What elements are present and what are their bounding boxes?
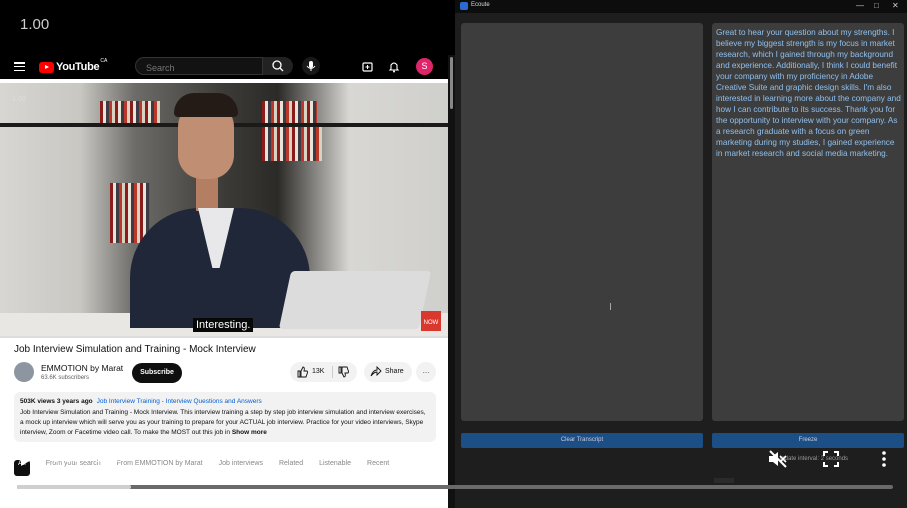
thumbs-down-icon[interactable] xyxy=(338,366,350,378)
chip-job-interviews[interactable]: Job interviews xyxy=(219,460,263,476)
books xyxy=(262,101,317,123)
presenter-hair xyxy=(174,93,238,117)
description-text: Job Interview Simulation and Training - … xyxy=(20,408,430,438)
response-panel[interactable]: Great to hear your question about my str… xyxy=(712,23,904,421)
description-box[interactable]: 503K views 3 years ago Job Interview Trai… xyxy=(14,392,436,442)
thumbs-up-icon[interactable] xyxy=(297,366,309,378)
share-label: Share xyxy=(385,368,404,375)
channel-avatar[interactable] xyxy=(14,362,34,382)
channel-badge: NOW xyxy=(421,311,441,331)
interval-slider[interactable] xyxy=(714,478,734,483)
view-stats: 503K views 3 years ago xyxy=(20,398,93,405)
books xyxy=(262,127,322,161)
channel-subscribers: 63.6K subscribers xyxy=(41,375,90,381)
description-body: Job Interview Simulation and Training - … xyxy=(20,409,426,436)
description-stats: 503K views 3 years ago Job Interview Trai… xyxy=(20,398,262,405)
fullscreen-icon[interactable] xyxy=(823,451,839,467)
text-cursor-icon: I xyxy=(609,302,612,313)
search-button[interactable] xyxy=(263,57,293,75)
play-icon[interactable] xyxy=(20,451,34,467)
app-icon xyxy=(460,2,468,10)
like-dislike-pill[interactable]: 13K xyxy=(290,362,357,382)
notifications-bell-icon[interactable] xyxy=(388,60,400,73)
subscribe-button[interactable]: Subscribe xyxy=(132,363,182,383)
description-tag[interactable]: Job Interview Training - Interview Quest… xyxy=(97,398,262,405)
mic-icon xyxy=(306,61,316,71)
more-actions-button[interactable]: … xyxy=(416,362,436,382)
response-text: Great to hear your question about my str… xyxy=(716,28,901,158)
youtube-header: YouTube CA S xyxy=(0,55,448,79)
share-icon xyxy=(370,366,382,377)
close-icon[interactable]: ✕ xyxy=(892,1,899,10)
youtube-region: CA xyxy=(100,58,108,64)
video-player[interactable]: 1.00 Interesting. NOW xyxy=(0,83,448,336)
search-input[interactable] xyxy=(144,62,258,74)
youtube-window: YouTube CA S 1.00 Interesting. NOW xyxy=(0,55,455,508)
freeze-button[interactable]: Freeze xyxy=(712,433,904,448)
chip-from-channel[interactable]: From EMMOTION by Marat xyxy=(117,460,203,476)
youtube-logo-text: YouTube xyxy=(56,61,100,73)
video-caption: Interesting. xyxy=(193,318,254,332)
scrollbar-thumb[interactable] xyxy=(450,57,453,109)
search-box[interactable] xyxy=(135,57,263,75)
books xyxy=(100,101,160,123)
laptop xyxy=(278,271,432,329)
youtube-play-icon xyxy=(39,61,54,73)
account-avatar[interactable]: S xyxy=(416,58,433,75)
video-timestamp: 1.00 xyxy=(12,96,26,103)
transcript-panel[interactable] xyxy=(461,23,703,421)
youtube-logo[interactable]: YouTube CA xyxy=(39,58,108,73)
pill-divider xyxy=(332,366,333,378)
playback-time: 0:00 / 0:33 xyxy=(52,449,123,466)
clear-transcript-button[interactable]: Clear Transcript xyxy=(461,433,703,448)
video-progress-line xyxy=(0,336,448,338)
youtube-scrollbar[interactable] xyxy=(448,55,455,508)
like-count: 13K xyxy=(312,368,325,375)
voice-search-button[interactable] xyxy=(302,57,320,75)
app-titlebar: Ecoute — □ ✕ xyxy=(455,0,907,13)
menu-icon[interactable] xyxy=(14,62,25,72)
minimize-icon[interactable]: — xyxy=(856,1,864,10)
channel-name[interactable]: EMMOTION by Marat xyxy=(41,363,123,373)
maximize-icon[interactable]: □ xyxy=(874,1,879,10)
chip-related[interactable]: Related xyxy=(279,460,303,476)
app-title: Ecoute xyxy=(471,2,490,8)
playback-progress-bar[interactable] xyxy=(17,485,893,489)
create-icon[interactable] xyxy=(362,61,374,73)
video-title: Job Interview Simulation and Training - … xyxy=(14,344,256,355)
more-vertical-icon[interactable] xyxy=(880,451,888,467)
chip-recent[interactable]: Recent xyxy=(367,460,389,476)
playback-speed-label: 1.00 xyxy=(20,16,50,33)
chip-listenable[interactable]: Listenable xyxy=(319,460,351,476)
playback-progress-fill xyxy=(17,485,131,489)
search-icon xyxy=(272,60,284,72)
muted-speaker-icon[interactable] xyxy=(768,450,788,468)
share-button[interactable]: Share xyxy=(364,362,412,382)
show-more-link[interactable]: Show more xyxy=(232,429,267,436)
